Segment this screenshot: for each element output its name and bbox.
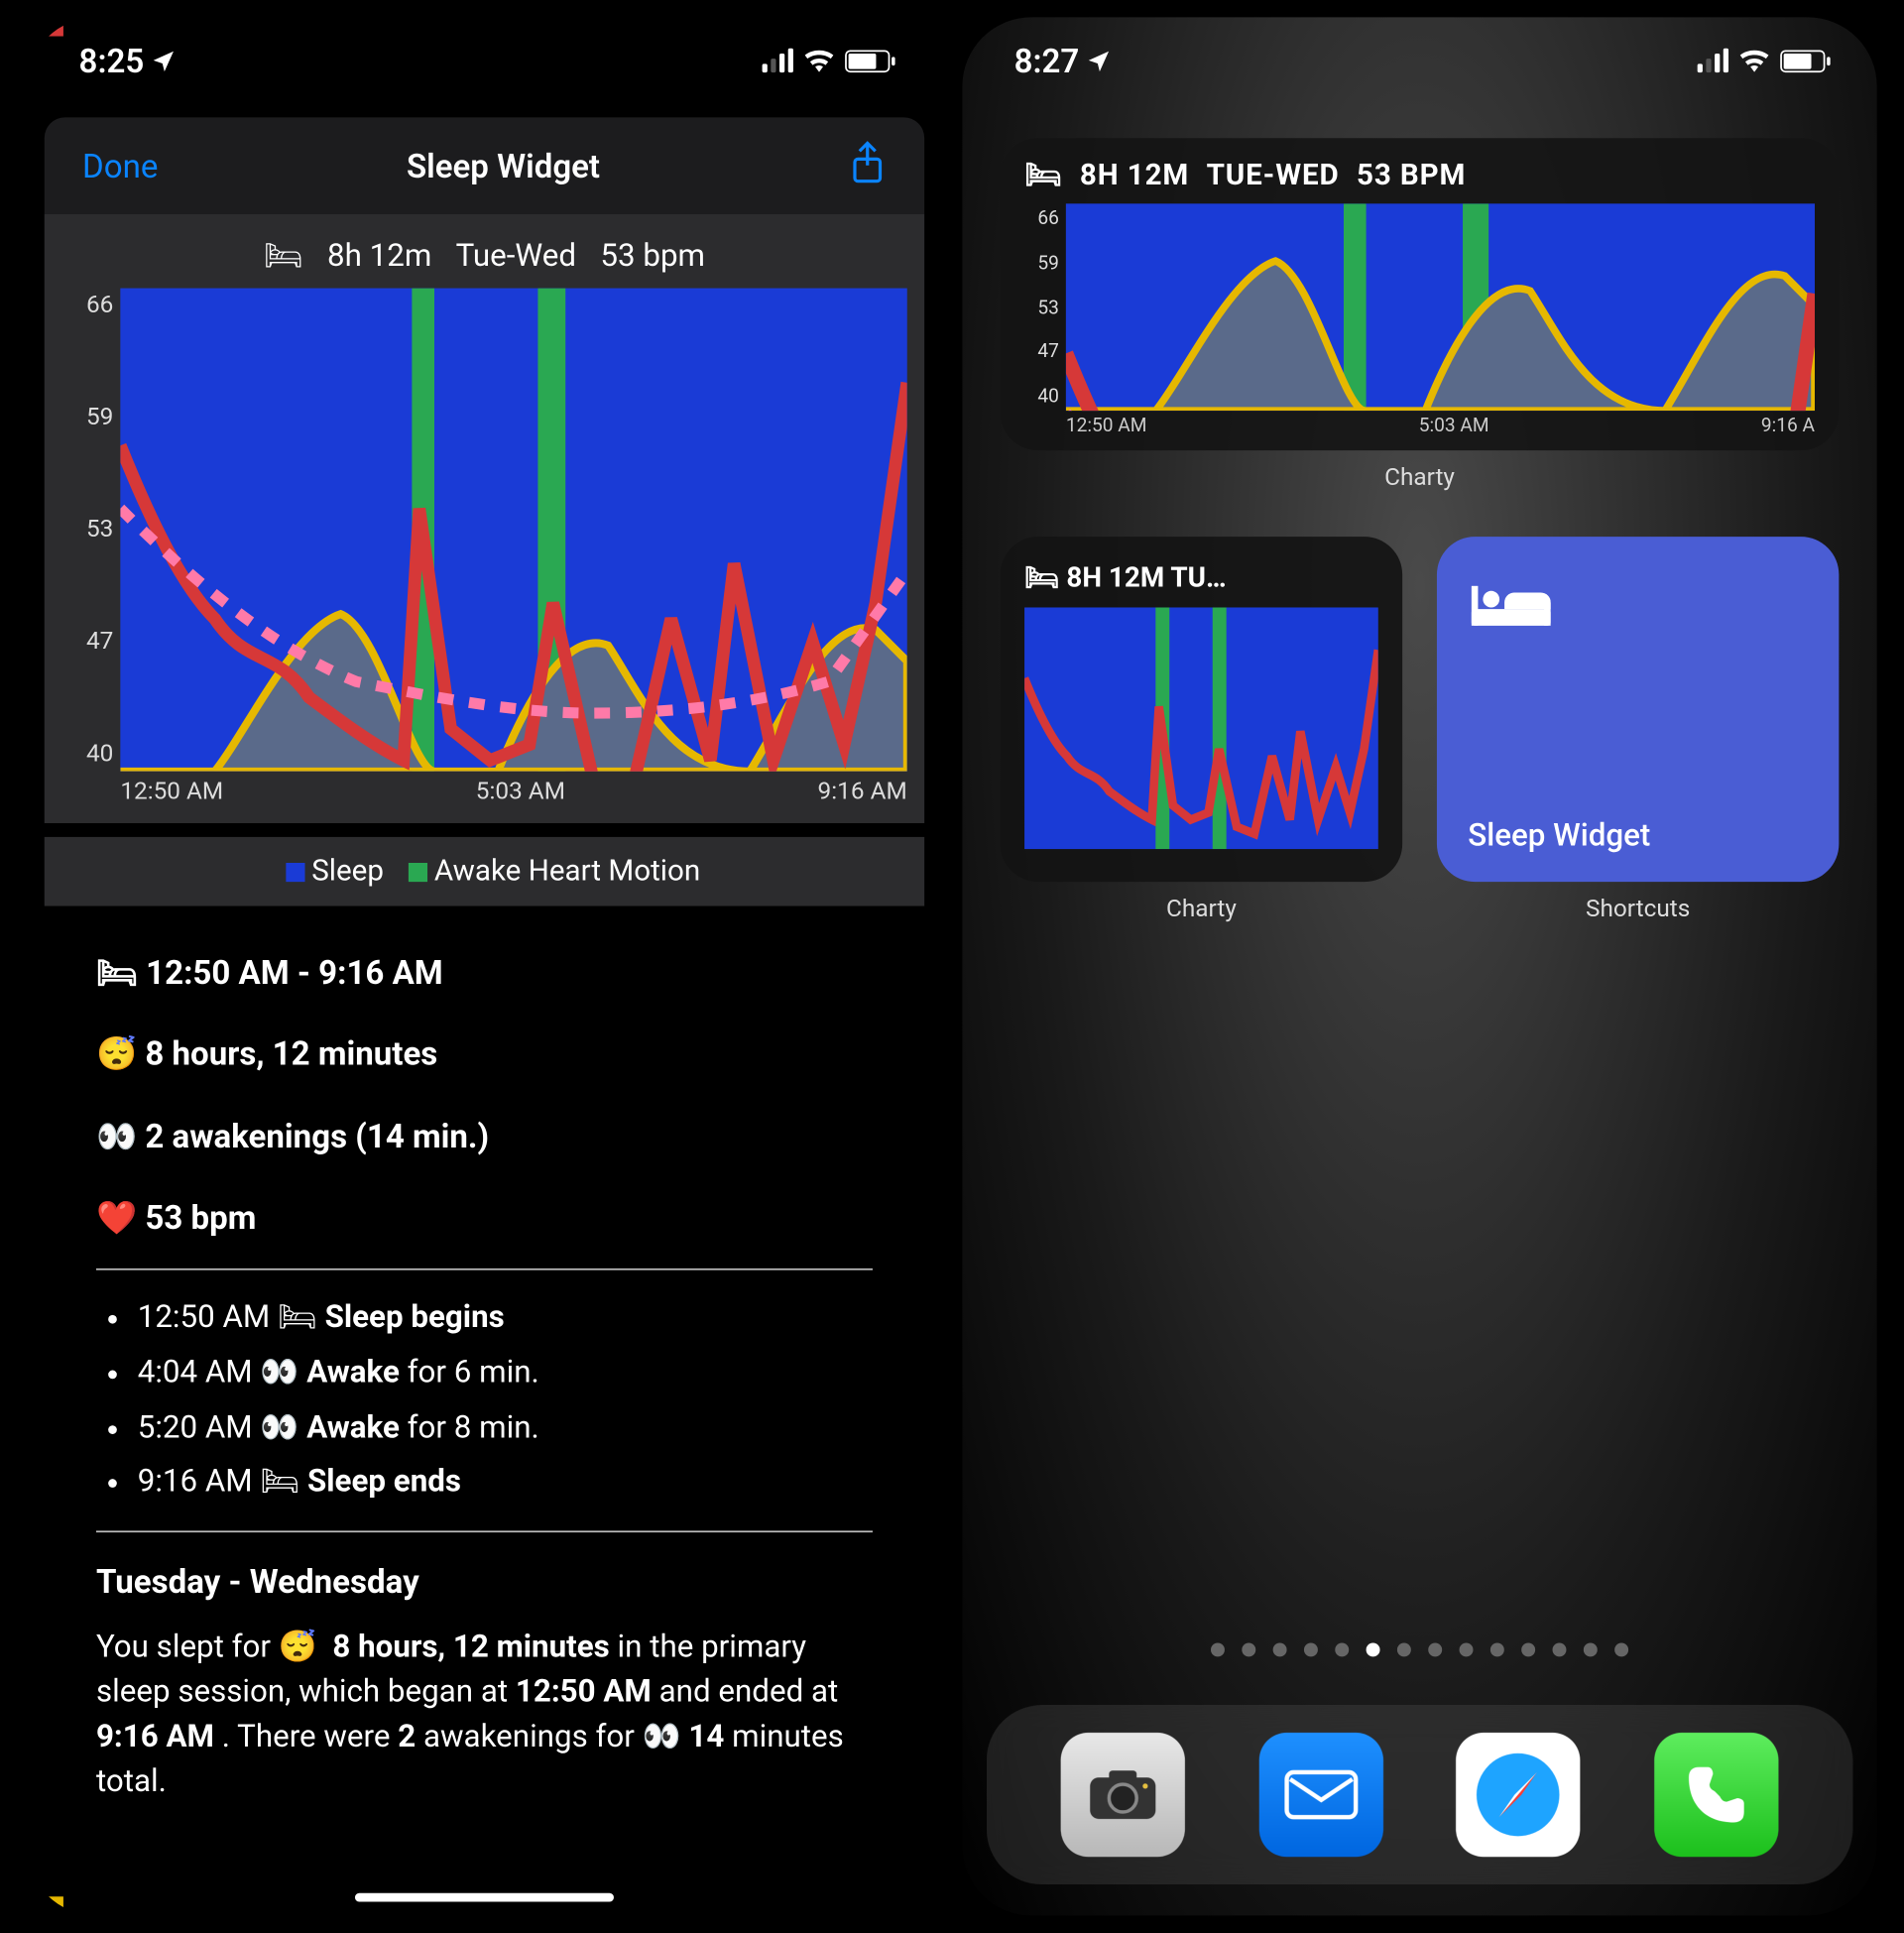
widget-app-label: Shortcuts [1437,896,1839,923]
chart-header: 🛏 8h 12m Tue-Wed 53 bpm [61,238,907,275]
shortcut-title: Sleep Widget [1468,818,1650,855]
bed-icon [1472,578,1551,637]
phone-left-app-view: 8:25 Done Sleep Widget 🛏 8h 12m Tu [27,17,941,1915]
page-title: Sleep Widget [407,146,600,185]
charty-widget-small[interactable]: 🛏 8H 12M TU… [1001,537,1402,882]
summary-paragraph: You slept for 😴 8 hours, 12 minutes in t… [96,1626,873,1806]
divider [96,1531,873,1533]
mail-app[interactable] [1258,1733,1382,1857]
legend-swatch-awake [409,863,427,882]
cell-signal-icon [763,49,793,72]
navbar: Done Sleep Widget [45,117,924,213]
phone-right-home-screen: 8:27 🛏 8H 12M TUE-WED 53 BPM [962,17,1876,1915]
legend-swatch-heart [45,17,63,36]
chart-plot [120,289,906,772]
page-dot[interactable] [1521,1642,1535,1656]
page-dots[interactable] [962,1642,1876,1656]
safari-app[interactable] [1457,1733,1581,1857]
widget-app-label: Charty [1001,896,1402,923]
status-bar: 8:27 [962,17,1876,103]
page-dot[interactable] [1335,1642,1349,1656]
shortcut-widget-sleep[interactable]: Sleep Widget [1437,537,1839,882]
status-bar: 8:25 [27,17,941,103]
page-dot[interactable] [1490,1642,1504,1656]
sleep-chart-card: 🛏 8h 12m Tue-Wed 53 bpm 66 59 53 47 40 [45,214,924,823]
done-button[interactable]: Done [82,146,158,185]
page-dot[interactable] [1614,1642,1628,1656]
dock [987,1705,1852,1884]
battery-icon [845,50,890,72]
share-button[interactable] [849,140,887,191]
summary-section: 🛏 12:50 AM - 9:16 AM 😴 8 hours, 12 minut… [27,906,941,1806]
page-dot[interactable] [1584,1642,1598,1656]
summary-bpm: ❤️ 53 bpm [96,1193,873,1244]
chart-bpm: 53 bpm [600,238,705,275]
share-icon [849,140,887,184]
page-dot[interactable] [1367,1642,1380,1656]
event-item: 5:20 AM 👀 Awake for 8 min. [138,1404,873,1453]
page-dot[interactable] [1211,1642,1225,1656]
camera-app[interactable] [1060,1733,1184,1857]
page-dot[interactable] [1397,1642,1411,1656]
event-item: 9:16 AM 🛏 Sleep ends [138,1459,873,1508]
bed-icon: 🛏 [1024,159,1062,193]
widget-chart [1024,607,1378,849]
legend-swatch-sleep [286,863,304,882]
wifi-icon [803,49,834,72]
widget-header: 🛏 8H 12M TUE-WED 53 BPM [1024,159,1815,193]
legend-swatch-motion [45,1896,63,1915]
widget-app-label: Charty [1001,464,1840,492]
mail-icon [1282,1769,1359,1821]
event-item: 12:50 AM 🛏 Sleep begins [138,1294,873,1343]
battery-icon [1780,50,1825,72]
summary-duration: 😴 8 hours, 12 minutes [96,1029,873,1080]
event-item: 4:04 AM 👀 Awake for 6 min. [138,1349,873,1397]
wifi-icon [1738,49,1769,72]
heart-series [120,289,906,772]
page-dot[interactable] [1242,1642,1255,1656]
chart-plot-area: 66 59 53 47 40 [61,289,907,772]
divider [96,1268,873,1269]
location-icon [1086,41,1110,80]
chart-y-axis: 66 59 53 47 40 [61,289,120,772]
chart-days: Tue-Wed [456,238,576,275]
cell-signal-icon [1698,49,1728,72]
summary-awakenings: 👀 2 awakenings (14 min.) [96,1111,873,1161]
page-dot[interactable] [1553,1642,1567,1656]
page-dot[interactable] [1273,1642,1287,1656]
page-dot[interactable] [1304,1642,1318,1656]
status-time: 8:25 [79,41,145,80]
widget-header: 🛏 8H 12M TU… [1024,561,1378,594]
phone-icon [1682,1760,1751,1830]
location-icon [151,41,175,80]
chart-duration: 8h 12m [327,238,431,275]
camera-icon [1086,1767,1158,1823]
chart-x-axis: 12:50 AM 5:03 AM 9:16 AM [61,772,907,806]
page-dot[interactable] [1428,1642,1442,1656]
safari-icon [1469,1745,1569,1845]
day-range-title: Tuesday - Wednesday [96,1557,873,1608]
event-list: 12:50 AM 🛏 Sleep begins 4:04 AM 👀 Awake f… [96,1294,873,1508]
chart-legend: Sleep Awake Heart Motion [45,837,924,906]
summary-range: 🛏 12:50 AM - 9:16 AM [96,947,873,998]
home-indicator[interactable] [355,1893,614,1902]
widget-chart: 66 59 53 47 40 [1024,203,1815,411]
page-dot[interactable] [1460,1642,1474,1656]
status-time: 8:27 [1014,41,1080,80]
bed-icon: 🛏 [264,238,303,275]
phone-app[interactable] [1655,1733,1779,1857]
charty-widget-wide[interactable]: 🛏 8H 12M TUE-WED 53 BPM 66 59 53 47 40 [1001,138,1840,450]
